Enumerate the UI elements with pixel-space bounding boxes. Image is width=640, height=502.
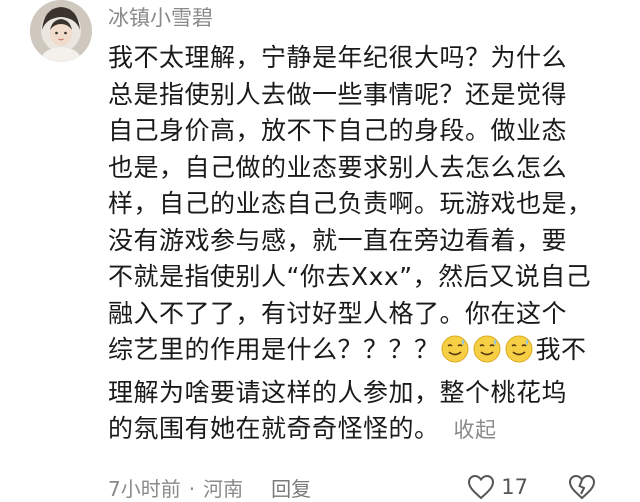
comment-line: 的氛围有她在就奇奇怪怪的。 收起 (108, 411, 608, 449)
avatar[interactable] (30, 0, 92, 62)
sweat-smile-emoji-icon (441, 335, 469, 363)
user-avatar-icon (30, 0, 92, 62)
comment-line: 理解为啥要请这样的人参加，整个桃花坞 (108, 377, 568, 407)
comment-line-text: 的氛围有她在就奇奇怪怪的。 (108, 414, 440, 443)
sweat-smile-emoji-icon (473, 335, 501, 363)
comment-line: 不就是指使别人“你去Xxx”，然后又说自己 (108, 262, 592, 291)
like-button[interactable]: 17 (467, 474, 528, 500)
dislike-button[interactable] (568, 474, 596, 500)
comment-line: 也是，自己做的业态要求别人去怎么怎么 (108, 152, 568, 182)
comment-text: 我不太理解，宁静是年纪很大吗？为什么 总是指使别人去做一些事情呢？还是觉得 自己… (108, 40, 608, 449)
meta-separator: · (188, 477, 196, 501)
sweat-smile-emoji-icon (505, 335, 533, 363)
comment-line: 融入不了了，有讨好型人格了。你在这个 (108, 298, 568, 328)
comment-actions: 17 (467, 472, 596, 502)
comment-line-text: 我不 (535, 335, 587, 364)
comment-line: 综艺里的作用是什么？？？？ 我不 (108, 332, 608, 375)
comment-line: 没有游戏参与感，就一直在旁边看着，要 (108, 225, 568, 255)
comment-item: 冰镇小雪碧 我不太理解，宁静是年纪很大吗？为什么 总是指使别人去做一些事情呢？还… (0, 0, 640, 502)
broken-heart-icon (568, 474, 596, 500)
comment-line: 总是指使别人去做一些事情呢？还是觉得 (108, 79, 568, 109)
username[interactable]: 冰镇小雪碧 (108, 4, 213, 32)
comment-line: 自己身价高，放不下自己的身段。做业态 (108, 116, 568, 145)
heart-icon (468, 474, 495, 500)
comment-line: 我不太理解，宁静是年纪很大吗？为什么 (108, 43, 568, 72)
comment-meta: 7小时前 · 河南 回复 (108, 476, 311, 502)
comment-line: 样，自己的业态自己负责啊。玩游戏也是， (108, 189, 593, 218)
reply-button[interactable]: 回复 (271, 477, 311, 501)
emoji-row (440, 334, 536, 375)
collapse-button[interactable]: 收起 (454, 418, 497, 442)
comment-time: 7小时前 (108, 477, 181, 501)
comment-location: 河南 (203, 477, 244, 501)
comment-line-text: 综艺里的作用是什么？？？？ (108, 335, 440, 364)
like-count: 17 (501, 475, 528, 499)
